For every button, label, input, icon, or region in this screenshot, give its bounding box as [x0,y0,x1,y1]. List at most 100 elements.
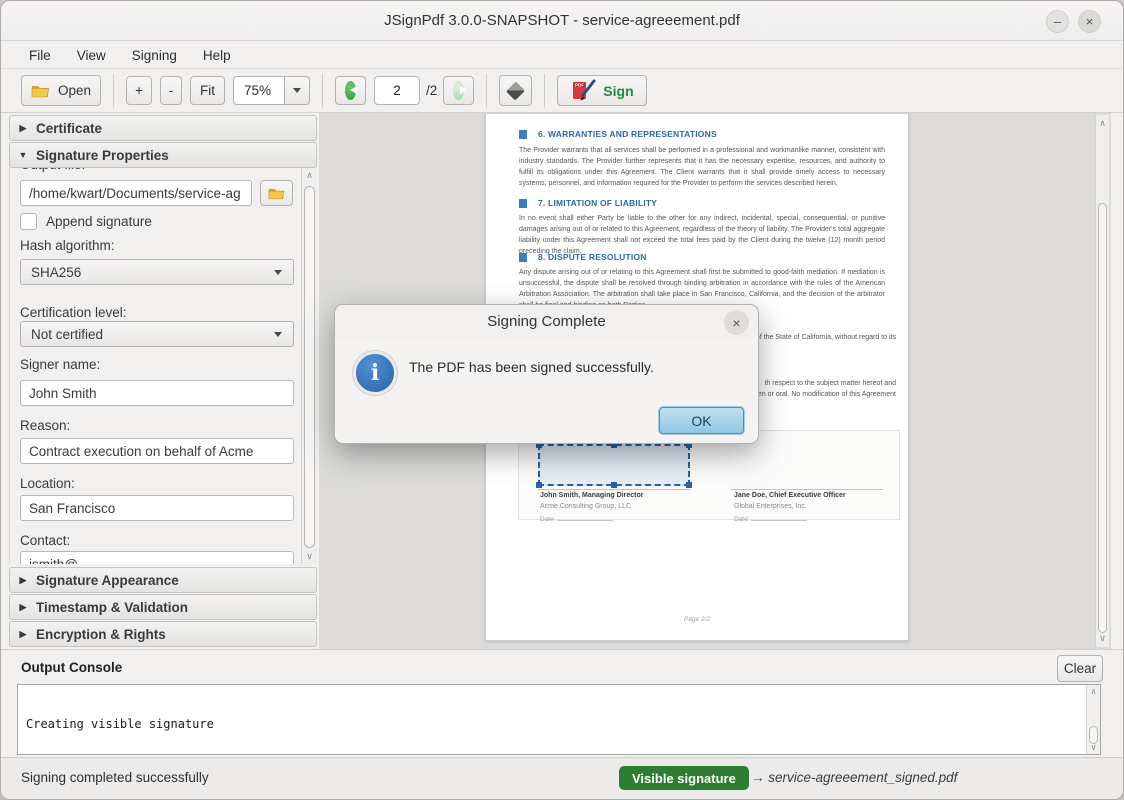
viewer-scroll-thumb[interactable] [1098,203,1107,633]
page-total-label: /2 [426,83,437,98]
scroll-up-icon[interactable]: ∧ [1087,687,1100,696]
menu-view[interactable]: View [77,48,106,63]
sidebar-scroll-thumb[interactable] [304,186,315,548]
date-blank-line [557,515,613,521]
zoom-level-value: 75% [233,76,285,105]
open-folder-icon [31,83,51,98]
zoom-in-button[interactable]: + [126,76,152,105]
chevron-right-icon: ▶ [10,602,36,613]
output-console-area: Output Console Clear Creating visible si… [1,649,1124,757]
folder-icon [268,186,286,200]
reason-input[interactable] [20,438,294,464]
toolbar-separator [544,74,545,108]
toolbar: Open + - Fit 75% /2 PD [1,69,1123,113]
ok-button-label: OK [691,413,711,429]
open-button-label: Open [58,83,91,98]
section-certificate[interactable]: ▶ Certificate [9,115,317,141]
scroll-up-icon[interactable]: ∧ [1096,118,1109,129]
resize-handle[interactable] [686,482,692,488]
clear-button-label: Clear [1064,661,1096,676]
toolbar-separator [486,74,487,108]
open-button[interactable]: Open [21,75,101,106]
chevron-right-icon: ▶ [10,123,36,134]
section-signature-properties-label: Signature Properties [36,148,169,163]
append-signature-checkbox[interactable] [20,213,37,230]
certification-level-label: Certification level: [20,305,127,320]
menu-signing[interactable]: Signing [132,48,177,63]
zoom-out-button[interactable]: - [160,76,182,105]
clear-console-button[interactable]: Clear [1057,655,1103,682]
pdf-section-7-body: In no event shall either Party be liable… [519,213,885,257]
sidebar-scrollbar[interactable]: ∧ ∨ [301,168,317,564]
pdf-section-6-heading: 6. WARRANTIES AND REPRESENTATIONS [519,129,717,139]
chevron-down-icon [293,88,301,93]
section-bullet-icon [519,199,527,208]
section-timestamp-validation[interactable]: ▶ Timestamp & Validation [9,594,317,620]
window-title: JSignPdf 3.0.0-SNAPSHOT - service-agreee… [384,12,740,29]
sign-button[interactable]: PDF Sign [557,75,646,106]
minimize-button[interactable]: – [1046,10,1069,33]
browse-output-button[interactable] [260,180,293,206]
contact-label: Contact: [20,533,70,548]
pdf-page-footer: Page 2/2 [486,616,908,623]
contact-input[interactable] [20,551,294,564]
hash-algorithm-value: SHA256 [31,265,81,280]
dialog-close-button[interactable]: × [724,310,749,335]
zoom-combo-arrow-button[interactable] [284,76,310,105]
toolbar-separator [322,74,323,108]
console-line: Creating visible signature [26,717,1080,731]
dialog-title: Signing Complete [487,313,605,330]
ok-button[interactable]: OK [659,407,744,434]
scroll-down-icon[interactable]: ∨ [1096,633,1109,644]
app-window: JSignPdf 3.0.0-SNAPSHOT - service-agreee… [0,0,1124,800]
section-signature-appearance[interactable]: ▶ Signature Appearance [9,567,317,593]
remove-signature-button[interactable] [499,75,532,106]
status-bar: Signing completed successfully Visible s… [1,757,1124,800]
sidebar: ▶ Certificate ▼ Signature Properties Out… [9,115,317,647]
section-signature-appearance-label: Signature Appearance [36,573,179,588]
signer-left-date: Date: [540,515,613,523]
resize-handle[interactable] [611,482,617,488]
reason-label: Reason: [20,418,70,433]
menu-file[interactable]: File [29,48,51,63]
page-number-input[interactable] [374,76,420,105]
signature-line-left [538,489,690,490]
console-scroll-thumb[interactable] [1089,726,1098,744]
signer-right-company: Global Enterprises, Inc. [734,503,807,510]
menu-help[interactable]: Help [203,48,231,63]
close-button[interactable]: × [1078,10,1101,33]
info-icon: i [353,351,397,395]
fit-button[interactable]: Fit [190,76,225,105]
visible-signature-placement-rect[interactable] [538,444,690,486]
hash-algorithm-dropdown[interactable]: SHA256 [20,259,294,285]
menu-bar: File View Signing Help [1,42,1123,69]
scroll-down-icon[interactable]: ∨ [1087,743,1100,752]
section-signature-properties[interactable]: ▼ Signature Properties [9,142,317,168]
fit-label: Fit [200,83,215,98]
svg-text:PDF: PDF [575,82,584,87]
console-scrollbar[interactable]: ∧ ∨ [1086,685,1100,754]
contact-input-clipped[interactable] [20,551,294,564]
sign-pdf-pen-icon: PDF [570,79,596,103]
section-certificate-label: Certificate [36,121,102,136]
next-page-button[interactable] [443,76,474,105]
previous-page-button[interactable] [335,76,366,105]
location-input[interactable] [20,495,294,521]
console-output-box[interactable]: Creating visible signature Processing (i… [17,684,1101,755]
section-encryption-rights[interactable]: ▶ Encryption & Rights [9,621,317,647]
signer-name-input[interactable] [20,380,294,406]
resize-handle[interactable] [536,482,542,488]
scroll-down-icon[interactable]: ∨ [302,551,317,562]
section-bullet-icon [519,130,527,139]
section-bullet-icon [519,253,527,262]
chevron-down-icon [274,332,282,337]
scroll-up-icon[interactable]: ∧ [302,170,317,181]
viewer-scrollbar[interactable]: ∧ ∨ [1095,115,1109,647]
section-encryption-rights-label: Encryption & Rights [36,627,166,642]
hash-algorithm-label: Hash algorithm: [20,238,115,253]
certification-level-dropdown[interactable]: Not certified [20,321,294,347]
chevron-right-icon: ▶ [10,575,36,586]
pdf-section-6-body: The Provider warrants that all services … [519,145,885,189]
zoom-level-combo[interactable]: 75% [233,76,310,105]
output-file-input[interactable] [20,180,252,206]
